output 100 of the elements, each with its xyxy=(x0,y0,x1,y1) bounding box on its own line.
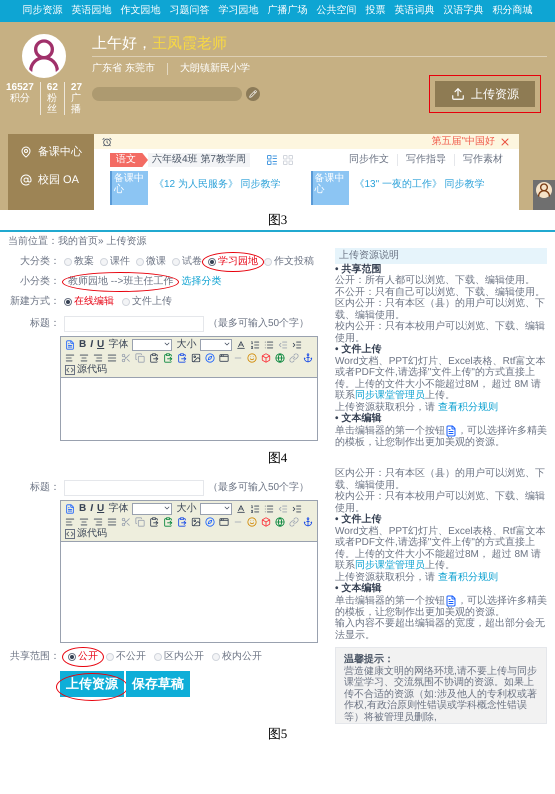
help-link[interactable]: 查看积分规则 xyxy=(438,402,498,412)
paste-icon[interactable] xyxy=(149,517,159,528)
upload-button[interactable]: 上传资源 xyxy=(60,671,124,698)
align-right-icon[interactable] xyxy=(93,353,103,363)
tab-link[interactable]: 写作指导 xyxy=(397,154,446,166)
paste-icon[interactable] xyxy=(163,353,173,363)
paste-icon[interactable] xyxy=(163,517,173,528)
nav-link[interactable]: 投票 xyxy=(366,5,386,17)
nav-link[interactable]: 公共空间 xyxy=(316,5,356,17)
section-heading: • 文件上传 xyxy=(335,344,382,356)
globe-icon[interactable] xyxy=(275,353,285,363)
nav-link[interactable]: 英语词典 xyxy=(394,5,434,17)
align-left-icon[interactable] xyxy=(65,353,75,363)
tab-link[interactable]: 写作素材 xyxy=(454,154,503,166)
paste-icon[interactable] xyxy=(177,517,187,528)
signature-field[interactable] xyxy=(92,87,242,101)
cut-icon[interactable] xyxy=(121,517,131,528)
italic-button[interactable]: I xyxy=(90,504,94,514)
section-heading: • 文本编辑 xyxy=(335,583,382,595)
lesson-link[interactable]: 《12 为人民服务》 同步教学 xyxy=(154,171,281,191)
text-color-icon[interactable] xyxy=(236,340,246,350)
tab-link[interactable]: 同步作文 xyxy=(349,154,389,166)
nav-link[interactable]: 同步资源 xyxy=(22,5,62,17)
help-link[interactable]: 同步课堂管理员 xyxy=(355,560,425,572)
close-icon[interactable] xyxy=(499,136,511,148)
text-color-icon[interactable] xyxy=(236,504,246,514)
paste-icon[interactable] xyxy=(177,353,187,363)
ordered-list-icon[interactable] xyxy=(250,504,260,514)
radio-button[interactable] xyxy=(64,298,72,306)
nav-link[interactable]: 作文园地 xyxy=(120,5,160,17)
section-heading: • 文本编辑 xyxy=(335,413,382,424)
help-link[interactable]: 同步课堂管理员 xyxy=(355,390,425,401)
compass-icon[interactable] xyxy=(205,517,215,528)
copy-icon[interactable] xyxy=(135,517,145,528)
menu-item[interactable]: 校园 OA xyxy=(20,174,82,186)
nav-link[interactable]: 汉语字典 xyxy=(444,5,484,17)
justify-icon[interactable] xyxy=(107,353,117,363)
bold-button[interactable]: B xyxy=(79,504,86,514)
globe-icon[interactable] xyxy=(275,517,285,528)
help-text: 区内公开：只有本区（县）的用户可以浏览、下载、编辑使用。 xyxy=(335,298,546,320)
menu-item[interactable]: 备课中心 xyxy=(20,146,82,158)
template-icon[interactable] xyxy=(65,504,75,514)
upload-button[interactable]: 上传资源 xyxy=(435,81,535,107)
greeting: 上午好，王凤霞老师 xyxy=(92,38,547,57)
ordered-list-icon[interactable] xyxy=(250,340,260,350)
underline-button[interactable]: U xyxy=(97,504,104,514)
category-path: 教师园地 -->班主任工作 xyxy=(68,276,174,287)
window-icon[interactable] xyxy=(219,517,229,528)
title-field[interactable] xyxy=(64,316,204,332)
italic-button[interactable]: I xyxy=(90,340,94,350)
rich-text-editor[interactable]: B I U 字体 大小 源代码 xyxy=(60,500,318,644)
nav-link[interactable]: 学习园地 xyxy=(218,5,258,17)
nav-link[interactable]: 习题问答 xyxy=(170,5,210,17)
bold-button[interactable]: B xyxy=(79,340,86,350)
lesson-link[interactable]: 《13" 一夜的工作》 同步教学 xyxy=(354,171,485,191)
radio-button[interactable] xyxy=(68,653,76,662)
location-text: 广东省 东莞市 xyxy=(92,63,155,75)
nav-link[interactable]: 广播广场 xyxy=(268,5,308,17)
template-icon xyxy=(445,594,457,607)
image-icon[interactable] xyxy=(191,517,201,528)
help-text: Word文档、PPT幻灯片、Excel表格、Rtf富文本或者PDF文件,请选择"文件上传"的方式直接上传。上传的文件大小不能超过8M， 超过 8M 请联系同步课堂管理员上传。 xyxy=(335,356,546,402)
justify-icon[interactable] xyxy=(107,517,117,528)
nav-link[interactable]: 积分商城 xyxy=(492,5,532,17)
nav-link[interactable]: 英语园地 xyxy=(72,5,112,17)
align-left-icon[interactable] xyxy=(65,517,75,528)
save-draft-button[interactable]: 保存草稿 xyxy=(126,671,190,698)
subject-tab[interactable]: 语文 xyxy=(110,153,148,167)
template-icon[interactable] xyxy=(65,340,75,350)
align-right-icon[interactable] xyxy=(93,517,103,528)
bullet-list-icon[interactable] xyxy=(264,504,274,514)
notice-text[interactable]: 第五届"中国好 xyxy=(431,136,495,146)
help-link[interactable]: 查看积分规则 xyxy=(438,572,498,583)
rich-text-editor[interactable]: B I U 字体 大小 源代码 xyxy=(60,336,318,441)
cut-icon[interactable] xyxy=(121,353,131,363)
align-center-icon[interactable] xyxy=(79,353,89,363)
indent-icon[interactable] xyxy=(292,340,302,350)
compass-icon[interactable] xyxy=(205,353,215,363)
lesson-thumbnail[interactable]: 备课中心 xyxy=(110,171,148,205)
edit-icon[interactable] xyxy=(246,87,260,101)
anchor-icon[interactable] xyxy=(303,517,313,528)
outdent-icon[interactable] xyxy=(278,504,288,514)
at-sign-icon xyxy=(20,174,32,186)
title-field[interactable] xyxy=(64,480,204,496)
lesson-thumbnail[interactable]: 备课中心 xyxy=(310,171,348,205)
indent-icon[interactable] xyxy=(292,504,302,514)
align-center-icon[interactable] xyxy=(79,517,89,528)
window-icon[interactable] xyxy=(219,353,229,363)
underline-button[interactable]: U xyxy=(97,340,104,350)
paste-icon[interactable] xyxy=(149,353,159,363)
source-code-button[interactable]: 源代码 xyxy=(65,365,107,375)
outdent-icon[interactable] xyxy=(278,340,288,350)
font-label: 字体 xyxy=(108,504,128,514)
anchor-icon[interactable] xyxy=(303,353,313,363)
radio-button[interactable] xyxy=(208,258,216,266)
bullet-list-icon[interactable] xyxy=(264,340,274,350)
list-view-icon[interactable] xyxy=(266,154,278,166)
source-code-button[interactable]: 源代码 xyxy=(65,529,107,540)
copy-icon[interactable] xyxy=(135,353,145,363)
choose-category-link[interactable]: 选择分类 xyxy=(181,276,222,288)
image-icon[interactable] xyxy=(191,353,201,363)
